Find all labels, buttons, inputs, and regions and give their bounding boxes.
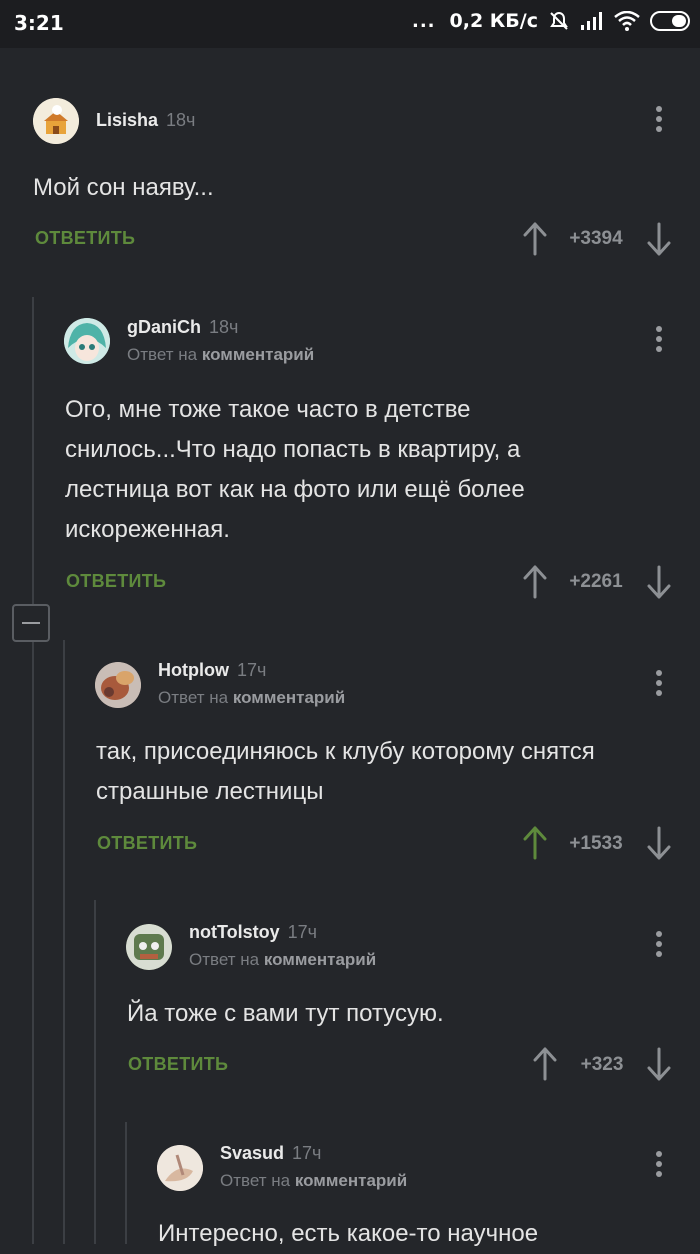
more-options-icon[interactable]: [652, 326, 666, 356]
comment-score: +3394: [569, 228, 623, 249]
status-bar: 3:21 ... 0,2 КБ/с: [0, 0, 700, 48]
reply-to-target[interactable]: комментарий: [295, 1171, 407, 1190]
reply-to-target[interactable]: комментарий: [233, 688, 345, 707]
downvote-arrow-icon[interactable]: [645, 1047, 673, 1081]
upvote-arrow-icon[interactable]: [531, 1047, 559, 1081]
reply-to-link[interactable]: Ответ на комментарий: [127, 345, 314, 365]
avatar-image-icon: [157, 1145, 203, 1191]
wifi-icon: [614, 11, 640, 31]
reply-to-link[interactable]: Ответ на комментарий: [158, 688, 345, 708]
avatar[interactable]: [95, 662, 141, 708]
thread-line-level-3: [94, 900, 96, 1244]
username-text[interactable]: Svasud: [220, 1143, 284, 1163]
username-text[interactable]: Hotplow: [158, 660, 229, 680]
username[interactable]: gDaniCh 18ч: [127, 317, 238, 338]
avatar-image-icon: [126, 924, 172, 970]
reply-button[interactable]: ОТВЕТИТЬ: [97, 833, 197, 854]
username-text[interactable]: gDaniCh: [127, 317, 201, 337]
avatar-image-icon: [64, 318, 110, 364]
comment-text: Интересно, есть какое-то научное: [158, 1220, 539, 1247]
reply-to-link[interactable]: Ответ на комментарий: [189, 950, 376, 970]
upvote-arrow-icon[interactable]: [521, 222, 549, 256]
comment-age: 18ч: [209, 317, 239, 337]
username[interactable]: notTolstoy 17ч: [189, 922, 317, 943]
upvote-arrow-icon[interactable]: [521, 826, 549, 860]
avatar[interactable]: [126, 924, 172, 970]
username-text[interactable]: Lisisha: [96, 110, 158, 130]
username[interactable]: Lisisha 18ч: [96, 110, 195, 131]
comment-score: +323: [580, 1054, 624, 1075]
reply-button[interactable]: ОТВЕТИТЬ: [35, 228, 135, 249]
reply-to-prefix: Ответ на: [127, 345, 198, 364]
reply-to-link[interactable]: Ответ на комментарий: [220, 1171, 407, 1191]
reply-to-target[interactable]: комментарий: [202, 345, 314, 364]
avatar[interactable]: [33, 98, 79, 144]
avatar[interactable]: [157, 1145, 203, 1191]
reply-button[interactable]: ОТВЕТИТЬ: [66, 571, 166, 592]
more-options-icon[interactable]: [652, 670, 666, 700]
downvote-arrow-icon[interactable]: [645, 222, 673, 256]
comment-score: +1533: [569, 833, 623, 854]
avatar-image-icon: [95, 662, 141, 708]
signal-icon: [581, 12, 602, 30]
comment-age: 18ч: [166, 110, 196, 130]
downvote-arrow-icon[interactable]: [645, 826, 673, 860]
comment-age: 17ч: [236, 660, 267, 680]
upvote-arrow-icon[interactable]: [521, 565, 549, 599]
status-icons: ... 0,2 КБ/с: [412, 10, 690, 32]
comment-text: Йа тоже с вами тут потусую.: [127, 1000, 444, 1027]
thread-line-level-4: [125, 1122, 127, 1244]
comment-text: Ого, мне тоже такое часто в детстве снил…: [65, 396, 525, 543]
reply-button[interactable]: ОТВЕТИТЬ: [128, 1054, 228, 1075]
avatar-image-icon: [33, 98, 79, 144]
battery-icon: [650, 11, 690, 31]
downvote-arrow-icon[interactable]: [645, 565, 673, 599]
username[interactable]: Svasud 17ч: [220, 1143, 321, 1164]
reply-to-target[interactable]: комментарий: [264, 950, 376, 969]
more-options-icon[interactable]: [652, 106, 666, 136]
comment-score: +2261: [569, 571, 623, 592]
comment-age: 17ч: [287, 922, 318, 942]
thread-line-level-1: [32, 297, 34, 1244]
avatar[interactable]: [64, 318, 110, 364]
mute-bell-icon: [550, 11, 568, 30]
more-options-icon[interactable]: [652, 931, 666, 961]
more-options-icon[interactable]: [652, 1151, 666, 1181]
notification-dots: ...: [411, 10, 436, 32]
comment-text: так, присоединяюсь к клубу которому снят…: [96, 738, 595, 805]
username[interactable]: Hotplow 17ч: [158, 660, 266, 681]
reply-to-prefix: Ответ на: [220, 1171, 291, 1190]
reply-to-prefix: Ответ на: [189, 950, 260, 969]
status-time: 3:21: [14, 11, 64, 35]
comment-text: Мой сон наяву...: [33, 174, 214, 201]
username-text[interactable]: notTolstoy: [189, 922, 280, 942]
comment-age: 17ч: [292, 1143, 322, 1163]
collapse-thread-button[interactable]: [12, 604, 50, 642]
thread-line-level-2: [63, 640, 65, 1244]
reply-to-prefix: Ответ на: [158, 688, 229, 707]
network-speed: 0,2 КБ/с: [449, 10, 539, 32]
